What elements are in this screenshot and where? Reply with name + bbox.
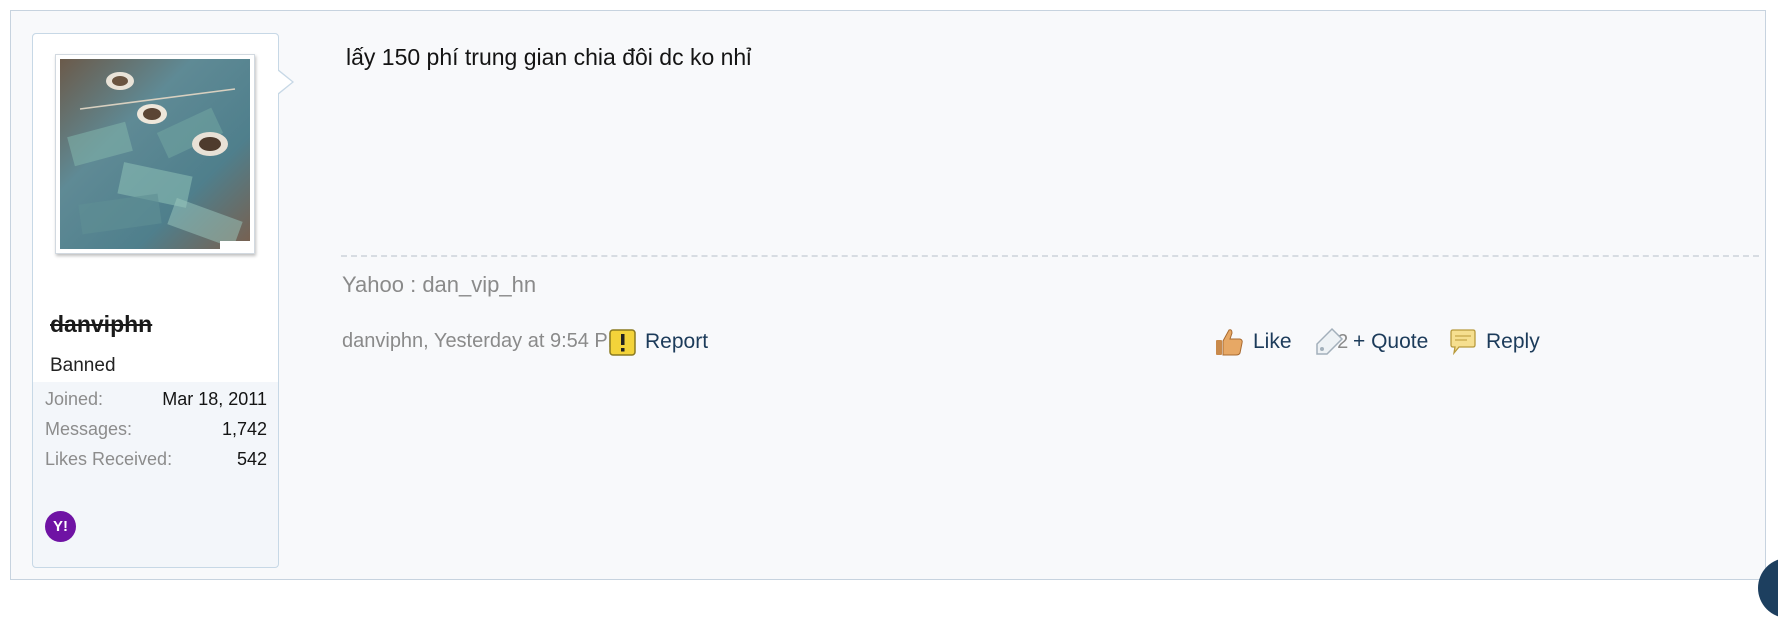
signature-divider <box>341 255 1759 257</box>
quote-label: + Quote <box>1353 330 1429 353</box>
panel-pointer <box>277 70 292 94</box>
user-avatar[interactable] <box>55 54 255 254</box>
signature: Yahoo : dan_vip_hn <box>342 272 537 297</box>
yahoo-messenger-icon[interactable]: Y! <box>45 511 76 542</box>
quote-tag-icon <box>1316 327 1344 355</box>
stat-label: Joined: <box>45 389 104 409</box>
avatar-image <box>60 59 250 249</box>
user-title: Banned <box>50 355 116 376</box>
reply-bubble-icon <box>1450 329 1476 355</box>
warning-report-icon <box>609 328 636 356</box>
post-author-date[interactable]: danviphn, Yesterday at 9:54 PM <box>342 330 624 353</box>
stat-label: Messages: <box>45 419 133 439</box>
username-link[interactable]: danviphn <box>50 311 152 338</box>
user-info-panel: danviphn Banned Joined: Mar 18, 2011 Mes… <box>32 33 279 568</box>
reply-button[interactable]: Reply <box>1449 325 1540 359</box>
like-button[interactable]: Like <box>1215 325 1292 359</box>
report-label: Report <box>645 330 709 353</box>
message-body: lấy 150 phí trung gian chia đôi dc ko nh… <box>346 44 752 70</box>
reply-label: Reply <box>1486 330 1540 353</box>
forum-post: danviphn Banned Joined: Mar 18, 2011 Mes… <box>10 10 1766 580</box>
report-button[interactable]: Report <box>609 325 708 359</box>
stat-value[interactable]: 1,742 <box>222 419 267 440</box>
thumbs-up-icon <box>1216 329 1243 356</box>
like-label: Like <box>1253 330 1292 353</box>
stat-value: Mar 18, 2011 <box>162 389 267 409</box>
stat-value: 542 <box>236 449 267 469</box>
stat-label: Likes Received: <box>45 449 173 469</box>
quote-button[interactable]: + Quote <box>1314 325 1428 359</box>
